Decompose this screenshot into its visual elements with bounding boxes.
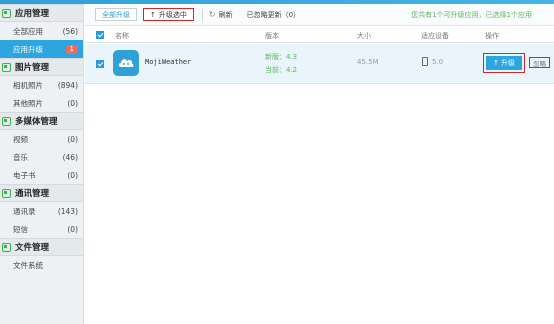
sidebar-item-label: 通讯录 xyxy=(13,206,36,216)
sidebar-item-label: 文件系统 xyxy=(13,260,43,270)
sidebar-item-sms[interactable]: 短信 (0) xyxy=(0,220,83,238)
arrow-up-icon: ↑ xyxy=(150,10,156,19)
moji-weather-app-icon xyxy=(113,50,139,76)
current-version: 当前：4.2 xyxy=(265,66,298,74)
sidebar: 应用管理 全部应用 (56) 应用升级 1 图片管理 相机照片 (894) 其他… xyxy=(0,4,84,324)
folder-icon xyxy=(2,242,11,252)
arrow-up-icon: ↑ xyxy=(493,59,499,67)
upgrade-label: 升级 xyxy=(500,59,515,67)
sidebar-item-count: (56) xyxy=(62,26,78,36)
col-name: 名称 xyxy=(115,32,129,40)
app-size: 45.5M xyxy=(357,58,379,66)
sidebar-item-camera-photos[interactable]: 相机照片 (894) xyxy=(0,76,83,94)
contact-icon xyxy=(2,188,11,198)
sidebar-item-count: (894) xyxy=(57,80,78,90)
sidebar-item-count: (0) xyxy=(67,170,78,180)
table-row[interactable]: MojiWeather 新版：4.3 当前：4.2 45.5M 5.0 ↑ 升级… xyxy=(85,44,554,84)
sidebar-section-title: 通讯管理 xyxy=(15,189,50,199)
sidebar-item-label: 电子书 xyxy=(13,170,36,180)
sidebar-item-label: 全部应用 xyxy=(13,26,43,36)
select-all-checkbox[interactable] xyxy=(96,31,104,39)
upgrade-status-text: 您共有1个可升级应用，已选择1个应用 xyxy=(411,11,532,19)
upgrade-count-badge: 1 xyxy=(65,44,78,54)
ignored-updates-link[interactable]: 已忽略更新（0） xyxy=(247,10,300,20)
sidebar-section-title: 文件管理 xyxy=(15,243,50,253)
col-version: 版本 xyxy=(265,32,279,40)
sidebar-section-media-management[interactable]: 多媒体管理 xyxy=(0,112,83,130)
sidebar-item-file-system[interactable]: 文件系统 xyxy=(0,256,83,274)
sidebar-section-title: 图片管理 xyxy=(15,63,50,73)
sidebar-item-ebook[interactable]: 电子书 (0) xyxy=(0,166,83,184)
table-header: 名称 版本 大小 适应设备 操作 xyxy=(85,27,554,43)
sidebar-item-app-upgrade[interactable]: 应用升级 1 xyxy=(0,40,83,58)
sidebar-section-contacts-management[interactable]: 通讯管理 xyxy=(0,184,83,202)
new-version: 新版：4.3 xyxy=(265,53,298,61)
sidebar-section-title: 多媒体管理 xyxy=(15,117,58,127)
sidebar-item-count: (0) xyxy=(67,98,78,108)
sidebar-item-music[interactable]: 音乐 (46) xyxy=(0,148,83,166)
sidebar-item-count: (143) xyxy=(57,206,78,216)
upgrade-button[interactable]: ↑ 升级 xyxy=(486,56,522,70)
sidebar-item-all-apps[interactable]: 全部应用 (56) xyxy=(0,22,83,40)
device-compat: 5.0 xyxy=(422,57,443,66)
cloud-icon xyxy=(118,59,134,67)
phone-icon xyxy=(422,57,428,66)
sidebar-item-label: 视频 xyxy=(13,134,28,144)
sidebar-section-image-management[interactable]: 图片管理 xyxy=(0,58,83,76)
col-device: 适应设备 xyxy=(421,32,449,40)
sidebar-item-count: (0) xyxy=(67,224,78,234)
sidebar-item-contacts[interactable]: 通讯录 (143) xyxy=(0,202,83,220)
upgrade-highlight: ↑ 升级 xyxy=(483,53,525,73)
sidebar-item-label: 其他照片 xyxy=(13,98,43,108)
refresh-icon: ↻ xyxy=(208,10,216,19)
sidebar-item-count: (0) xyxy=(67,134,78,144)
refresh-button[interactable]: ↻ 刷新 xyxy=(209,10,233,20)
device-version: 5.0 xyxy=(432,57,444,66)
col-action: 操作 xyxy=(485,32,499,40)
row-checkbox[interactable] xyxy=(96,60,104,68)
sidebar-section-file-management[interactable]: 文件管理 xyxy=(0,238,83,256)
upgrade-selected-label: 升级选中 xyxy=(158,10,187,19)
sidebar-item-label: 短信 xyxy=(13,224,28,234)
ignore-button[interactable]: 忽略 xyxy=(529,57,550,68)
media-icon xyxy=(2,116,11,126)
sidebar-section-app-management[interactable]: 应用管理 xyxy=(0,4,83,22)
upgrade-all-label: 全部升级 xyxy=(102,10,130,19)
refresh-label: 刷新 xyxy=(218,10,233,19)
image-icon xyxy=(2,62,11,72)
sidebar-item-video[interactable]: 视频 (0) xyxy=(0,130,83,148)
sidebar-item-count: (46) xyxy=(62,152,78,162)
ignore-label: 忽略 xyxy=(533,59,546,68)
upgrade-all-button[interactable]: 全部升级 xyxy=(95,8,137,21)
ignored-updates-label: 已忽略更新（0） xyxy=(246,10,301,19)
sidebar-item-label: 音乐 xyxy=(13,152,28,162)
sidebar-item-label: 相机照片 xyxy=(13,80,43,90)
toolbar-divider xyxy=(201,8,203,21)
col-size: 大小 xyxy=(357,32,371,40)
upgrade-selected-button[interactable]: ↑ 升级选中 xyxy=(143,8,194,21)
toolbar: 全部升级 ↑ 升级选中 ↻ 刷新 已忽略更新（0） 您共有1个可升级应用，已选择… xyxy=(85,4,554,26)
sidebar-item-label: 应用升级 xyxy=(13,44,43,54)
grid-icon xyxy=(2,8,11,18)
app-name: MojiWeather xyxy=(145,58,192,66)
sidebar-section-title: 应用管理 xyxy=(15,9,50,19)
sidebar-item-other-photos[interactable]: 其他照片 (0) xyxy=(0,94,83,112)
